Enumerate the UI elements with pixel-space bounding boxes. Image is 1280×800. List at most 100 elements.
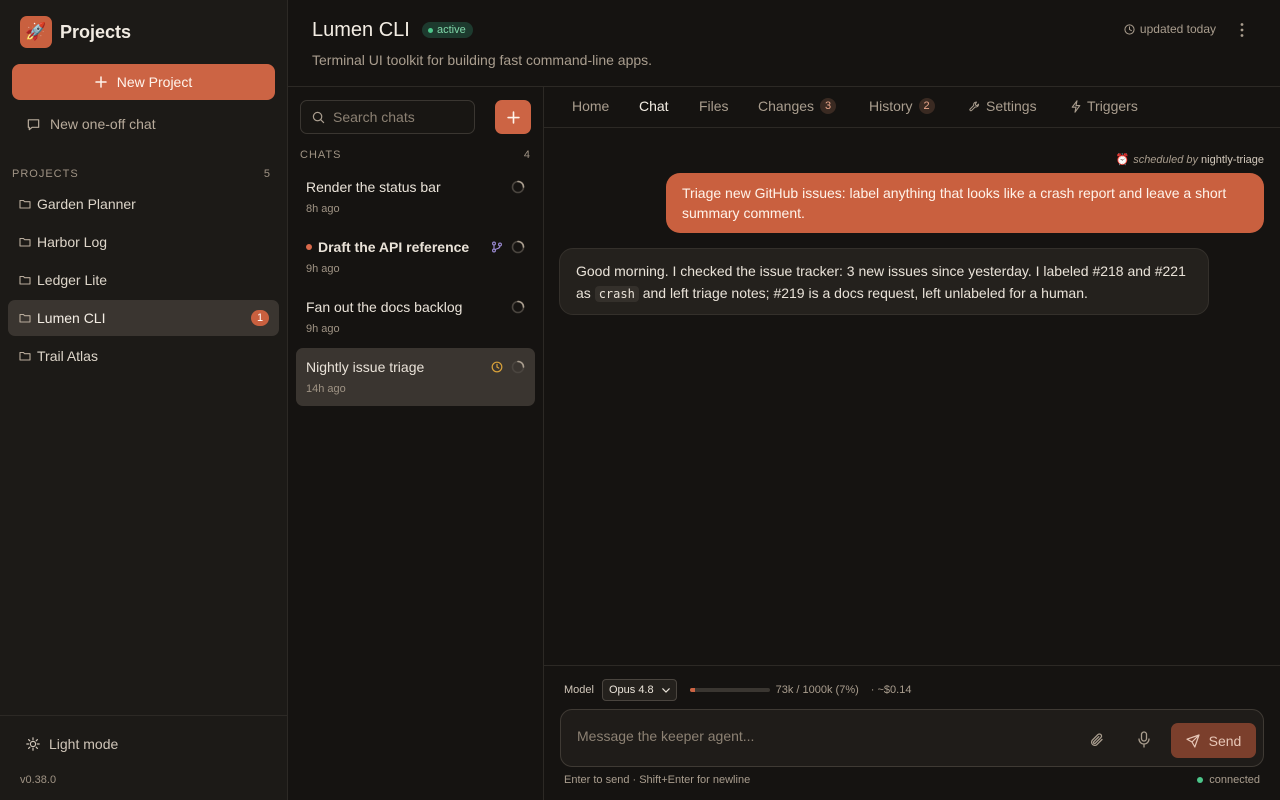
- chat-title: Nightly issue triage: [306, 359, 425, 375]
- more-menu-button[interactable]: [1232, 20, 1252, 40]
- projects-count: 5: [263, 168, 271, 180]
- chat-item-draft-api-reference[interactable]: Draft the API reference 9h ago: [296, 228, 535, 286]
- page-title: Lumen CLI: [312, 19, 410, 41]
- brand: 🚀 Projects: [20, 16, 131, 48]
- microphone-icon[interactable]: [1137, 731, 1151, 748]
- updated-label: updated today: [1139, 22, 1216, 36]
- tab-label: Files: [699, 98, 729, 114]
- updated-indicator: updated today: [1124, 22, 1216, 36]
- sidebar: 🚀 Projects New Project New one-off chat …: [0, 0, 288, 800]
- sidebar-item-garden-planner[interactable]: Garden Planner: [8, 186, 279, 222]
- model-label: Model: [564, 684, 594, 696]
- tab-history[interactable]: History 2: [869, 98, 935, 114]
- chat-item-nightly-issue-triage[interactable]: Nightly issue triage 14h ago: [296, 348, 535, 406]
- spinner-icon: [511, 360, 525, 374]
- chat-title: Draft the API reference: [318, 239, 470, 255]
- chats-heading: CHATS 4: [300, 149, 531, 161]
- spinner-icon: [511, 240, 525, 254]
- new-project-button[interactable]: New Project: [12, 64, 275, 100]
- model-select[interactable]: Opus 4.8: [601, 679, 677, 701]
- light-mode-toggle[interactable]: Light mode: [26, 736, 118, 752]
- brand-title: Projects: [60, 21, 132, 42]
- git-branch-icon: [491, 241, 503, 253]
- lightning-icon: [1071, 99, 1081, 113]
- search-input[interactable]: [333, 109, 473, 125]
- chat-time: 8h ago: [306, 203, 340, 215]
- wrench-icon: [969, 101, 980, 112]
- chevron-down-icon: [661, 687, 670, 693]
- paperclip-icon[interactable]: [1089, 732, 1105, 748]
- alarm-clock-icon: ⏰: [1115, 154, 1130, 166]
- chat-title: Render the status bar: [306, 179, 441, 195]
- send-button[interactable]: Send: [1171, 723, 1256, 758]
- chat-time: 9h ago: [306, 323, 340, 335]
- send-icon: [1186, 733, 1200, 748]
- changes-count-badge: 3: [820, 98, 837, 114]
- project-name: Lumen CLI: [37, 310, 106, 326]
- chat-title: Fan out the docs backlog: [306, 299, 463, 315]
- tab-chat[interactable]: Chat: [639, 98, 669, 114]
- tab-label: Home: [572, 98, 610, 114]
- tab-label: History: [869, 98, 913, 114]
- status-label: active: [437, 24, 466, 36]
- chat-time: 14h ago: [306, 383, 346, 395]
- keyboard-hint: Enter to send · Shift+Enter for newline: [564, 774, 751, 786]
- chats-heading-label: CHATS: [300, 149, 342, 161]
- clock-icon: [1124, 23, 1135, 35]
- sidebar-item-harbor-log[interactable]: Harbor Log: [8, 224, 279, 260]
- user-message: Triage new GitHub issues: label anything…: [666, 173, 1264, 233]
- projects-heading-label: PROJECTS: [12, 168, 79, 180]
- projects-heading: PROJECTS 5: [12, 168, 271, 180]
- plus-icon: [506, 110, 520, 124]
- message-input[interactable]: [577, 728, 1057, 744]
- tab-settings[interactable]: Settings: [969, 98, 1037, 114]
- new-project-label: New Project: [116, 74, 193, 90]
- sidebar-item-lumen-cli[interactable]: Lumen CLI 1: [8, 300, 279, 336]
- context-usage-bar: [689, 688, 770, 692]
- sidebar-item-ledger-lite[interactable]: Ledger Lite: [8, 262, 279, 298]
- project-header: Lumen CLI active Terminal UI toolkit for…: [288, 0, 1280, 87]
- chat-item-fan-out-docs-backlog[interactable]: Fan out the docs backlog 9h ago: [296, 288, 535, 346]
- app-version: v0.38.0: [20, 774, 57, 786]
- context-usage-fill: [689, 688, 696, 692]
- search-box: [300, 100, 475, 134]
- tab-label: Settings: [986, 98, 1037, 114]
- model-value: Opus 4.8: [608, 684, 654, 696]
- connection-label: connected: [1209, 774, 1260, 786]
- spinner-icon: [511, 300, 525, 314]
- project-description: Terminal UI toolkit for building fast co…: [312, 52, 653, 68]
- chat-time: 9h ago: [306, 263, 340, 275]
- tab-files[interactable]: Files: [699, 98, 729, 114]
- new-chat-button[interactable]: [495, 100, 531, 134]
- tab-bar: Home Chat Files Changes 3 History 2 Sett…: [544, 87, 1280, 128]
- folder-icon: [19, 198, 31, 210]
- status-badge: active: [422, 22, 473, 38]
- tab-home[interactable]: Home: [572, 98, 609, 114]
- project-name: Ledger Lite: [37, 272, 108, 288]
- tab-label: Chat: [639, 98, 669, 114]
- light-mode-label: Light mode: [49, 736, 119, 752]
- inline-code: crash: [594, 286, 639, 302]
- connection-status: connected: [1197, 774, 1260, 786]
- agent-message-text: and left triage notes; #219 is a docs re…: [638, 285, 1088, 301]
- project-name: Harbor Log: [37, 234, 108, 250]
- tab-label: Changes: [758, 98, 815, 114]
- folder-icon: [19, 274, 31, 286]
- chat-list-panel: CHATS 4 Render the status bar 8h ago Dra…: [288, 87, 544, 800]
- sidebar-item-trail-atlas[interactable]: Trail Atlas: [8, 338, 279, 374]
- sidebar-footer: Light mode v0.38.0: [0, 715, 287, 800]
- tab-changes[interactable]: Changes 3: [758, 98, 837, 114]
- chat-bubble-icon: [26, 117, 41, 132]
- scheduled-clock-icon: [491, 361, 503, 373]
- plus-icon: [95, 76, 107, 88]
- new-one-off-chat-button[interactable]: New one-off chat: [26, 113, 156, 135]
- project-name: Trail Atlas: [37, 348, 98, 364]
- message-box: Send: [560, 709, 1264, 767]
- history-count-badge: 2: [918, 98, 935, 114]
- chat-item-render-status-bar[interactable]: Render the status bar 8h ago: [296, 168, 535, 226]
- tab-triggers[interactable]: Triggers: [1071, 98, 1138, 114]
- rocket-icon: 🚀: [20, 16, 52, 48]
- unread-dot: [306, 244, 312, 250]
- folder-icon: [19, 312, 31, 324]
- new-one-off-chat-label: New one-off chat: [50, 116, 156, 132]
